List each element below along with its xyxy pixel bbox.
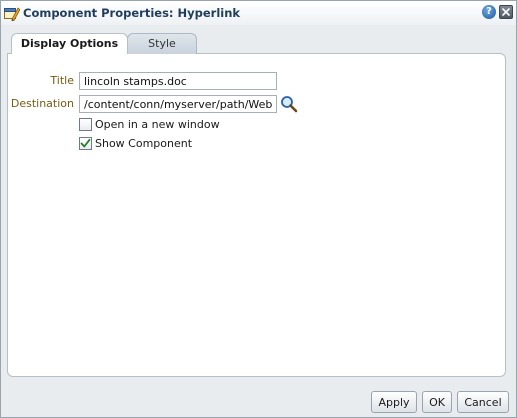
open-new-window-checkbox[interactable] xyxy=(79,118,92,131)
dialog-titlebar: Component Properties: Hyperlink ? xyxy=(1,1,516,25)
show-component-option[interactable]: Show Component xyxy=(79,136,219,152)
cancel-button[interactable]: Cancel xyxy=(457,391,509,413)
tab-strip: Display Options Style xyxy=(1,25,516,54)
destination-input[interactable] xyxy=(79,95,277,113)
open-new-window-option[interactable]: Open in a new window xyxy=(79,117,239,133)
close-icon[interactable] xyxy=(499,5,513,19)
show-component-checkbox[interactable] xyxy=(79,137,92,150)
tab-display-options[interactable]: Display Options xyxy=(11,33,128,54)
dialog-footer: Apply OK Cancel xyxy=(1,387,516,417)
help-icon[interactable]: ? xyxy=(482,5,496,19)
display-options-panel: Title Destination Open in a new window S… xyxy=(7,53,506,377)
component-properties-dialog: Component Properties: Hyperlink ? Displa… xyxy=(0,0,517,418)
ok-button[interactable]: OK xyxy=(422,391,452,413)
destination-label: Destination xyxy=(10,97,74,110)
show-component-label: Show Component xyxy=(95,137,193,150)
title-label: Title xyxy=(50,74,74,87)
check-mark-icon xyxy=(80,138,91,148)
tab-style[interactable]: Style xyxy=(127,33,197,54)
search-icon[interactable] xyxy=(280,95,298,116)
open-new-window-label: Open in a new window xyxy=(95,118,220,131)
title-input[interactable] xyxy=(79,72,277,90)
dialog-title: Component Properties: Hyperlink xyxy=(23,6,241,20)
component-icon xyxy=(4,5,21,22)
apply-button[interactable]: Apply xyxy=(371,391,417,413)
